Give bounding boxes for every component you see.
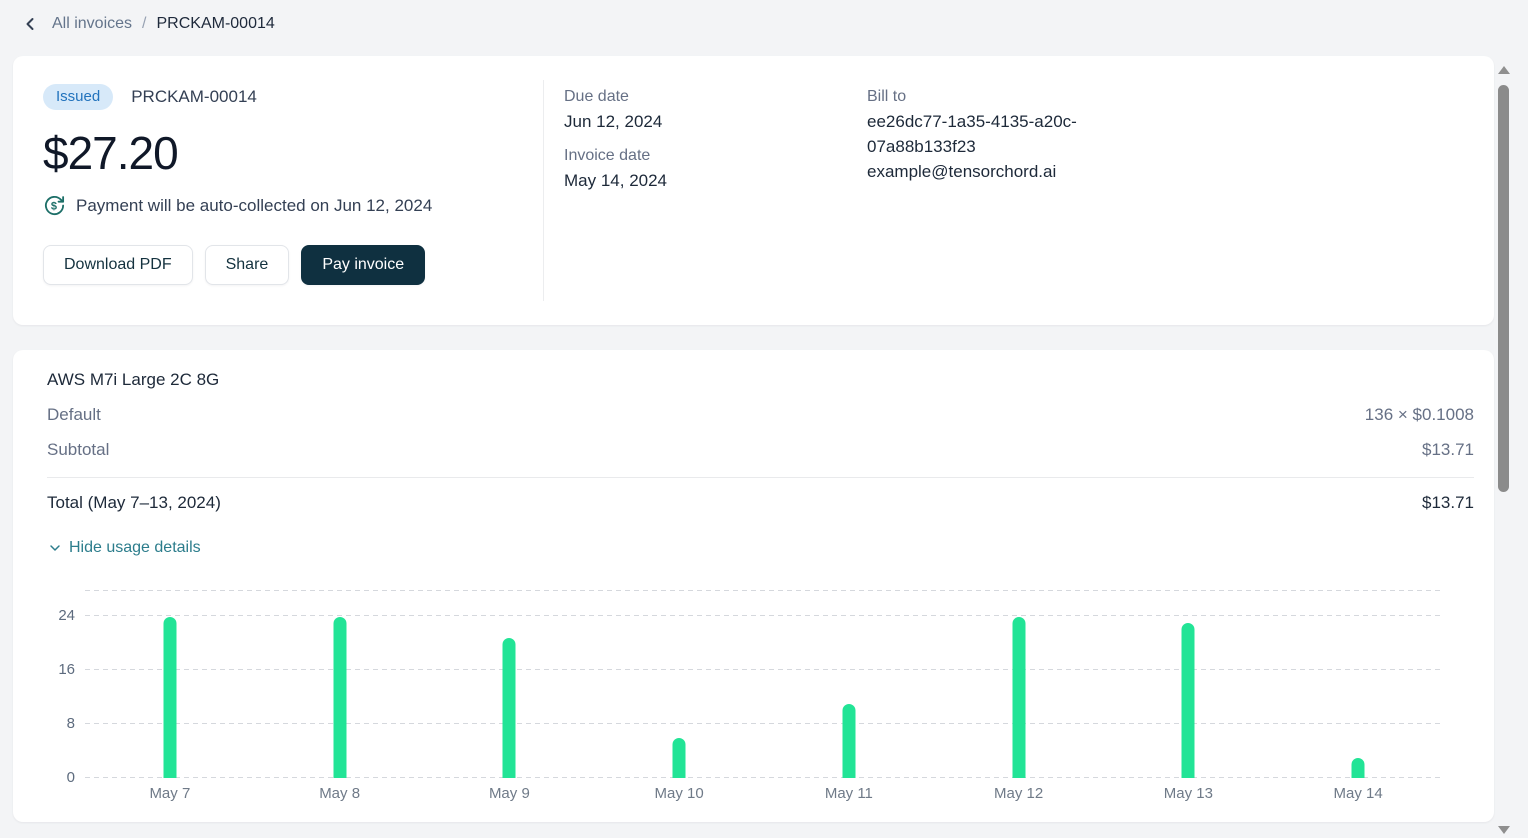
- breadcrumb-separator: /: [142, 15, 146, 33]
- invoice-summary: Issued PRCKAM-00014 $27.20 $ Payment wil…: [43, 84, 543, 297]
- auto-collect-note: Payment will be auto-collected on Jun 12…: [76, 196, 432, 216]
- row-value: $13.71: [1422, 438, 1474, 462]
- download-pdf-button[interactable]: Download PDF: [43, 245, 193, 285]
- x-axis-tick-label: May 7: [85, 785, 255, 802]
- gridline: [85, 615, 1443, 616]
- x-axis-tick-label: May 10: [594, 785, 764, 802]
- invoice-date-value: May 14, 2024: [564, 168, 867, 193]
- total-label: Total (May 7–13, 2024): [47, 491, 221, 515]
- breadcrumb-current: PRCKAM-00014: [156, 15, 274, 33]
- invoice-amount: $27.20: [43, 126, 543, 180]
- usage-bar-may-10: [673, 738, 686, 778]
- usage-bar-may-14: [1352, 758, 1365, 778]
- usage-toggle-label: Hide usage details: [69, 539, 201, 557]
- svg-text:$: $: [51, 200, 57, 212]
- x-axis-tick-label: May 8: [255, 785, 425, 802]
- chevron-left-icon: [20, 14, 40, 34]
- row-label: Default: [47, 403, 101, 427]
- total-value: $13.71: [1422, 491, 1474, 515]
- usage-chart-plot: 081624: [85, 591, 1443, 778]
- line-item-row-subtotal: Subtotal $13.71: [47, 438, 1474, 462]
- dates-column: Due date Jun 12, 2024 Invoice date May 1…: [564, 88, 867, 297]
- line-item-name: AWS M7i Large 2C 8G: [47, 368, 1474, 392]
- usage-bar-may-8: [333, 617, 346, 778]
- y-axis-tick-label: 16: [41, 661, 75, 679]
- scrollbar-down-arrow-icon[interactable]: [1498, 826, 1510, 834]
- breadcrumb-all-invoices[interactable]: All invoices: [52, 15, 132, 33]
- gridline: [85, 777, 1443, 778]
- row-value: 136 × $0.1008: [1365, 403, 1474, 427]
- total-divider: [47, 477, 1474, 478]
- invoice-date-label: Invoice date: [564, 147, 867, 165]
- line-item-row-default: Default 136 × $0.1008: [47, 403, 1474, 427]
- scrollbar-up-arrow-icon[interactable]: [1498, 66, 1510, 74]
- scrollbar: [1496, 56, 1511, 838]
- gridline: [85, 723, 1443, 724]
- usage-chart: 081624 May 7May 8May 9May 10May 11May 12…: [85, 591, 1443, 802]
- x-axis-tick-label: May 9: [425, 785, 595, 802]
- x-axis-tick-label: May 12: [934, 785, 1104, 802]
- total-row: Total (May 7–13, 2024) $13.71: [47, 491, 1474, 515]
- usage-bar-may-7: [163, 617, 176, 778]
- due-date-label: Due date: [564, 88, 867, 106]
- share-button[interactable]: Share: [205, 245, 290, 285]
- usage-bar-may-9: [503, 638, 516, 778]
- chevron-down-icon: [47, 540, 63, 556]
- usage-bar-may-12: [1012, 617, 1025, 778]
- gridline: [85, 669, 1443, 670]
- main-content: Issued PRCKAM-00014 $27.20 $ Payment wil…: [13, 56, 1494, 822]
- usage-chart-xlabels: May 7May 8May 9May 10May 11May 12May 13M…: [85, 785, 1443, 802]
- row-label: Subtotal: [47, 438, 109, 462]
- back-button[interactable]: [18, 12, 42, 36]
- x-axis-tick-label: May 11: [764, 785, 934, 802]
- invoice-number: PRCKAM-00014: [131, 87, 257, 107]
- y-axis-tick-label: 24: [41, 607, 75, 625]
- due-date-value: Jun 12, 2024: [564, 109, 867, 134]
- scrollbar-thumb[interactable]: [1498, 85, 1509, 492]
- y-axis-tick-label: 8: [41, 715, 75, 733]
- y-axis-tick-label: 0: [41, 769, 75, 787]
- auto-collect-refresh-dollar-icon: $: [43, 194, 66, 217]
- status-badge: Issued: [43, 84, 113, 110]
- bill-to-email: example@tensorchord.ai: [867, 159, 1129, 184]
- usage-bar-may-13: [1182, 623, 1195, 778]
- invoice-summary-card: Issued PRCKAM-00014 $27.20 $ Payment wil…: [13, 56, 1494, 325]
- breadcrumb: All invoices / PRCKAM-00014: [0, 0, 1528, 48]
- gridline: [85, 590, 1443, 591]
- bill-to-id: ee26dc77-1a35-4135-a20c-07a88b133f23: [867, 109, 1129, 159]
- pay-invoice-button[interactable]: Pay invoice: [301, 245, 425, 285]
- line-item-card: AWS M7i Large 2C 8G Default 136 × $0.100…: [13, 350, 1494, 822]
- hide-usage-details-toggle[interactable]: Hide usage details: [47, 539, 201, 557]
- bill-to-column: Bill to ee26dc77-1a35-4135-a20c-07a88b13…: [867, 88, 1129, 297]
- x-axis-tick-label: May 14: [1273, 785, 1443, 802]
- usage-bar-may-11: [842, 704, 855, 778]
- x-axis-tick-label: May 13: [1104, 785, 1274, 802]
- bill-to-label: Bill to: [867, 88, 1129, 106]
